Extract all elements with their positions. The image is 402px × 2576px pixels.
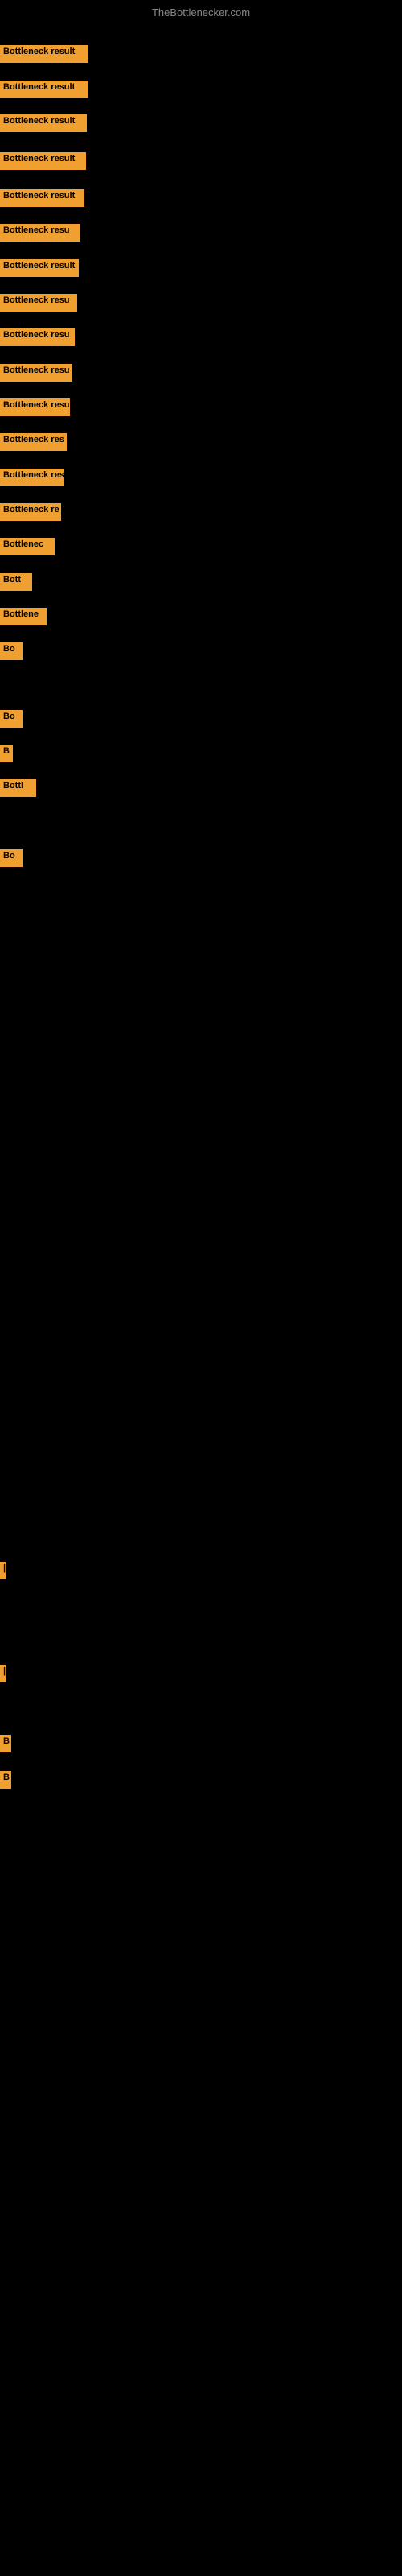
- bottleneck-result-label: Bott: [0, 573, 32, 591]
- bottleneck-result-label: Bottleneck res: [0, 433, 67, 451]
- bottleneck-result-label: B: [0, 745, 13, 762]
- bottleneck-result-label: B: [0, 1771, 11, 1789]
- bottleneck-result-label: B: [0, 1735, 11, 1752]
- bottleneck-result-label: Bottleneck result: [0, 80, 88, 98]
- bottleneck-result-label: Bottleneck res: [0, 469, 64, 486]
- bottleneck-result-label: Bottleneck result: [0, 45, 88, 63]
- bottleneck-result-label: Bottleneck resu: [0, 398, 70, 416]
- bottleneck-result-label: Bottleneck resu: [0, 364, 72, 382]
- bottleneck-result-label: Bo: [0, 710, 23, 728]
- bottleneck-result-label: Bottl: [0, 779, 36, 797]
- bottleneck-result-label: Bottleneck resu: [0, 294, 77, 312]
- bottleneck-result-label: Bottleneck re: [0, 503, 61, 521]
- bottleneck-result-label: Bottlenec: [0, 538, 55, 555]
- bottleneck-result-label: |: [0, 1562, 6, 1579]
- site-title: TheBottlenecker.com: [0, 6, 402, 19]
- bottleneck-result-label: Bottleneck result: [0, 152, 86, 170]
- bottleneck-result-label: Bo: [0, 642, 23, 660]
- bottleneck-result-label: Bottleneck result: [0, 189, 84, 207]
- bottleneck-result-label: Bo: [0, 849, 23, 867]
- bottleneck-result-label: Bottleneck resu: [0, 224, 80, 242]
- bottleneck-result-label: Bottlene: [0, 608, 47, 625]
- bottleneck-result-label: Bottleneck result: [0, 259, 79, 277]
- bottleneck-result-label: |: [0, 1665, 6, 1682]
- bottleneck-result-label: Bottleneck resu: [0, 328, 75, 346]
- bottleneck-result-label: Bottleneck result: [0, 114, 87, 132]
